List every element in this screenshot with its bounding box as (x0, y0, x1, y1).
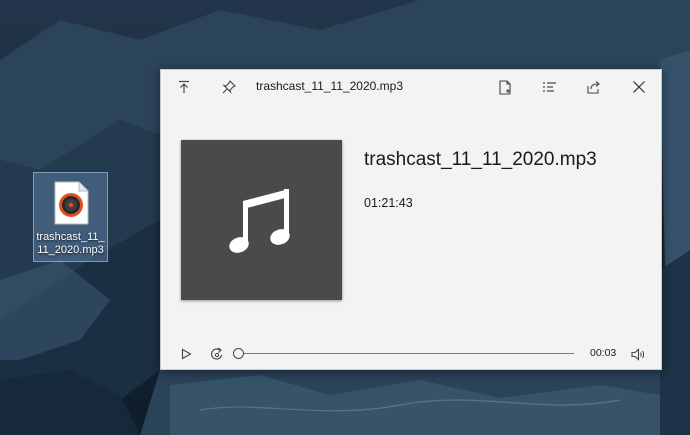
player-controls: 00:03 (161, 342, 661, 366)
details-icon[interactable] (538, 77, 560, 97)
preview-window: trashcast_11_11_2020.mp3 trashcast_11_11… (160, 69, 662, 370)
elapsed-time: 00:03 (590, 347, 617, 359)
volume-icon[interactable] (629, 345, 647, 363)
loop-icon[interactable] (208, 345, 226, 363)
title-bar: trashcast_11_11_2020.mp3 (161, 70, 661, 104)
music-note-icon (228, 189, 290, 253)
desktop-file-item[interactable]: trashcast_11_11_2020.mp3 (33, 172, 108, 262)
open-file-icon[interactable] (494, 77, 516, 97)
seek-thumb[interactable] (233, 348, 244, 359)
window-title: trashcast_11_11_2020.mp3 (256, 79, 403, 93)
desktop-file-caption: trashcast_11_11_2020.mp3 (36, 231, 105, 256)
pin-to-top-icon[interactable] (173, 77, 195, 97)
seek-track[interactable] (239, 353, 574, 354)
music-disc-icon (53, 181, 89, 225)
share-icon[interactable] (582, 77, 604, 97)
album-art (181, 140, 342, 300)
media-file-name: trashcast_11_11_2020.mp3 (364, 149, 597, 170)
pin-icon[interactable] (218, 77, 240, 97)
close-icon[interactable] (628, 77, 650, 97)
media-duration: 01:21:43 (364, 196, 413, 210)
play-icon[interactable] (177, 345, 195, 363)
